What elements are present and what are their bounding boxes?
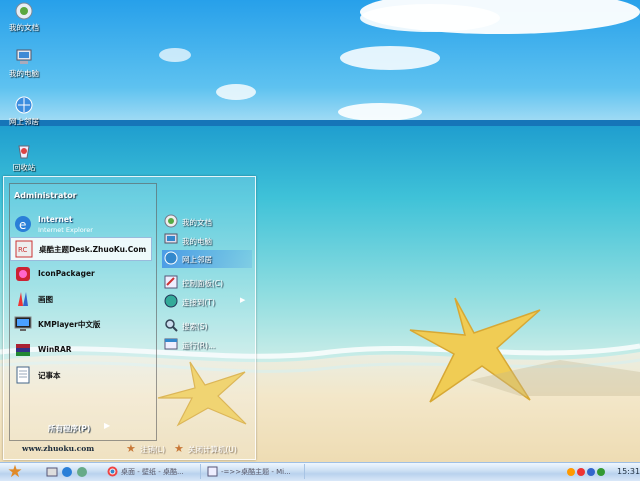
desktop-icon-label: 我的电脑 [9,69,39,78]
all-programs-button[interactable]: 所有程序(P) [48,423,90,434]
desktop-icon-label: 网上邻居 [9,117,39,126]
winrar-books-icon [14,341,32,359]
starfish-icon: ★ [7,462,23,482]
network-globe-icon [15,96,33,114]
computer-icon [164,233,178,247]
taskbar-task-zhuoku[interactable]: -=>>桌酷主题 - Mi... [204,464,305,479]
star-icon: ★ [126,442,136,455]
desktop-icon-my-computer[interactable]: 我的电脑 [2,48,46,79]
window-icon [207,466,218,477]
program-notepad[interactable]: 记事本 [10,364,150,386]
svg-text:RC: RC [18,246,28,254]
place-run[interactable]: 运行(R)... [162,336,252,354]
search-magnifier-icon [164,318,178,332]
place-label: 我的文档 [182,218,212,227]
desktop-icon-label: 回收站 [12,163,36,172]
notepad-icon [14,366,32,384]
program-internet-explorer[interactable]: e Internet Internet Explorer [10,213,150,235]
place-connect-to[interactable]: 连接到(T) [162,293,252,311]
globe-connect-icon [164,294,178,308]
logoff-label: 注销(L) [140,445,166,454]
tray-icons[interactable] [565,464,613,480]
kmplayer-monitor-icon [14,315,32,333]
task-label: 桌面 - 壁纸 - 桌酷... [121,468,184,476]
program-name: 桌酷主题Desk.ZhuoKu.Com [39,245,147,254]
website-url: www.zhuoku.com [22,444,95,453]
place-my-computer[interactable]: 我的电脑 [162,232,252,250]
desktop-icon-network[interactable]: 网上邻居 [2,96,46,127]
quicklaunch-ie-icon[interactable] [61,466,73,478]
computer-icon [15,48,33,66]
internet-explorer-icon: e [14,215,32,233]
recycle-bin-icon [15,142,33,160]
taskbar: ★ 桌面 - 壁纸 - 桌酷... -=>>桌酷主题 - Mi... 15:31 [0,462,640,481]
taskbar-task-browser[interactable]: 桌面 - 壁纸 - 桌酷... [104,464,201,479]
start-menu-user-name: Administrator [14,191,77,200]
documents-icon [15,2,33,20]
star-icon: ★ [174,442,184,455]
program-name: IconPackager [38,269,95,278]
program-name: 画图 [38,295,53,304]
desktop-icon-my-documents[interactable]: 我的文档 [2,2,46,33]
task-label: -=>>桌酷主题 - Mi... [221,468,291,476]
program-iconpackager[interactable]: IconPackager [10,263,150,285]
place-label: 我的电脑 [182,237,212,246]
control-panel-icon [164,275,178,289]
program-zhuoku-theme[interactable]: RC 桌酷主题Desk.ZhuoKu.Com [10,237,152,261]
place-my-documents[interactable]: 我的文档 [162,213,252,231]
svg-text:e: e [19,218,26,232]
desktop-icon-label: 我的文档 [9,23,39,32]
chrome-icon [107,466,118,477]
place-network[interactable]: 网上邻居 [162,250,252,268]
program-paint[interactable]: 画图 [10,288,150,310]
quicklaunch-media-icon[interactable] [76,466,88,478]
place-label: 网上邻居 [182,255,212,264]
paint-brushes-icon [14,290,32,308]
start-button[interactable]: ★ [2,463,28,481]
program-name: 记事本 [38,371,61,380]
place-control-panel[interactable]: 控制面板(C) [162,274,252,292]
program-name: KMPlayer中文版 [38,320,101,329]
network-icon [164,251,178,265]
quicklaunch-desktop-icon[interactable] [46,466,58,478]
place-label: 搜索(S) [182,322,208,331]
zhuoku-theme-icon: RC [15,240,33,258]
desktop-icon-recycle-bin[interactable]: 回收站 [2,142,46,173]
place-label: 运行(R)... [182,341,216,350]
place-search[interactable]: 搜索(S) [162,317,252,335]
place-label: 连接到(T) [182,298,215,307]
program-name: WinRAR [38,345,72,354]
program-subtitle: Internet Explorer [38,226,93,234]
shutdown-button[interactable]: ★ 关闭计算机(U) [174,443,248,455]
submenu-arrow-icon: ▶ [240,296,246,304]
logoff-button[interactable]: ★ 注销(L) [126,443,166,455]
all-programs-arrow-icon: ▶ [104,421,111,430]
iconpackager-icon [14,265,32,283]
clock[interactable]: 15:31 [617,467,640,476]
program-name: Internet [38,215,73,224]
shutdown-label: 关闭计算机(U) [188,445,237,454]
start-menu: Administrator e Internet Internet Explor… [3,176,256,460]
program-winrar[interactable]: WinRAR [10,339,150,361]
documents-icon [164,214,178,228]
run-icon [164,337,178,351]
program-kmplayer[interactable]: KMPlayer中文版 [10,313,150,335]
place-label: 控制面板(C) [182,279,224,288]
